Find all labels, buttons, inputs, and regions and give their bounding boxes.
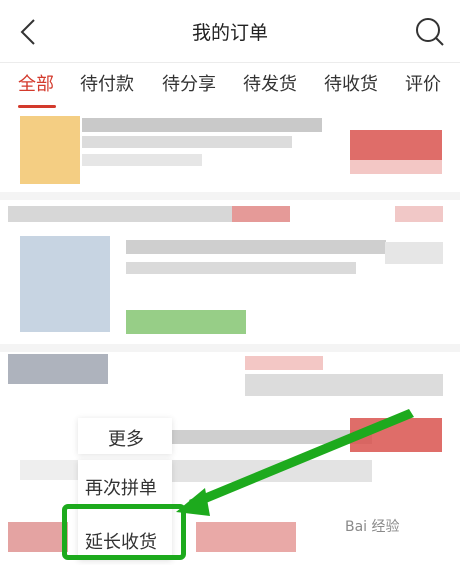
blurred-text — [245, 374, 443, 396]
blurred-text — [172, 430, 372, 444]
blurred-text — [245, 356, 323, 370]
product-thumbnail — [20, 116, 80, 184]
menu-item-reorder[interactable]: 再次拼单 — [85, 474, 157, 500]
blurred-text — [172, 460, 372, 482]
blurred-text — [126, 240, 386, 254]
tab-pending-payment[interactable]: 待付款 — [80, 70, 134, 96]
blurred-text — [82, 136, 292, 148]
blurred-text — [126, 262, 356, 274]
blurred-avatars — [8, 354, 108, 384]
blurred-text — [350, 160, 442, 174]
tab-all[interactable]: 全部 — [18, 70, 54, 96]
tab-pending-shipment[interactable]: 待发货 — [243, 70, 297, 96]
blurred-text — [196, 522, 296, 552]
blurred-text — [8, 522, 68, 552]
divider — [0, 192, 460, 200]
blurred-text — [232, 206, 290, 222]
blurred-text — [82, 154, 202, 166]
more-menu-label: 更多 — [108, 429, 144, 450]
blurred-text — [395, 206, 443, 222]
product-thumbnail — [20, 236, 110, 332]
blurred-price — [350, 130, 442, 160]
page-title: 我的订单 — [191, 22, 268, 44]
active-tab-indicator — [18, 105, 56, 108]
tab-pending-share[interactable]: 待分享 — [162, 70, 216, 96]
watermark-text: Bai 经验 — [345, 519, 400, 535]
search-button[interactable] — [414, 16, 446, 48]
top-bar: 我的订单 — [0, 0, 460, 63]
order-tabs: 全部 待付款 待分享 待发货 待收货 评价 — [0, 62, 460, 112]
order-list — [0, 112, 460, 565]
more-menu-trigger[interactable]: 更多 — [78, 418, 172, 454]
tab-review[interactable]: 评价 — [405, 70, 441, 96]
blurred-price — [385, 242, 443, 264]
highlight-box — [62, 504, 186, 560]
divider — [0, 344, 460, 352]
blurred-button — [350, 418, 442, 452]
search-icon — [416, 18, 444, 46]
blurred-text — [82, 118, 322, 132]
blurred-tag — [126, 310, 246, 334]
tab-pending-receipt[interactable]: 待收货 — [324, 70, 378, 96]
